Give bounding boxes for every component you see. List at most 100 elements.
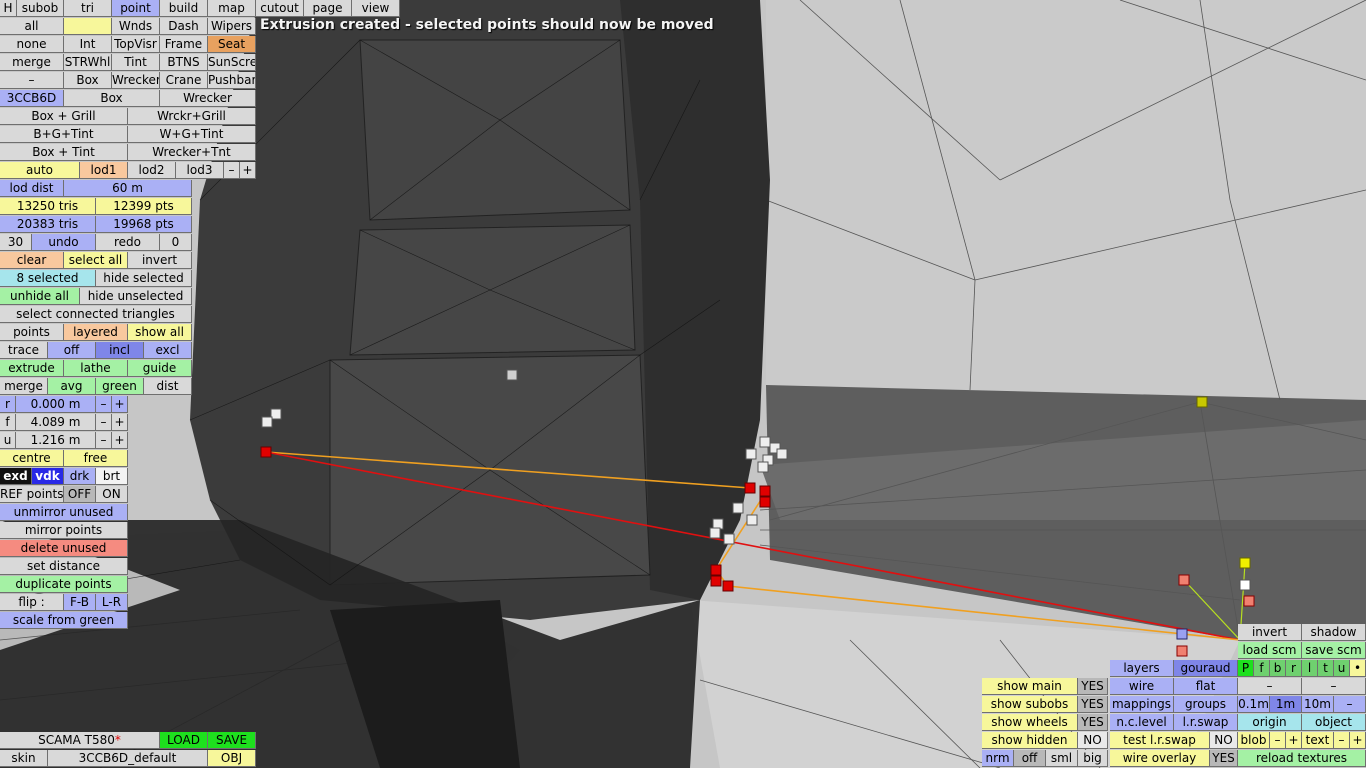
tab-cutout[interactable]: cutout: [256, 0, 304, 17]
size-sml[interactable]: sml: [1046, 750, 1078, 767]
h-button[interactable]: H: [0, 0, 17, 17]
flag-u[interactable]: u: [1334, 660, 1350, 677]
point[interactable]: [506, 369, 518, 381]
show-main-toggle[interactable]: YES: [1078, 678, 1108, 695]
lod-2[interactable]: lod2: [128, 162, 176, 179]
guide-button[interactable]: guide: [128, 360, 192, 377]
part-seat[interactable]: Seat: [208, 36, 256, 53]
r-value[interactable]: 0.000 m: [16, 396, 96, 413]
part-strwhl[interactable]: STRWhl: [64, 54, 112, 71]
part-wrecker[interactable]: Wrecker: [112, 72, 160, 89]
point[interactable]: [732, 502, 744, 514]
point[interactable]: [759, 436, 771, 448]
point[interactable]: [745, 448, 757, 460]
u-plus[interactable]: +: [112, 432, 128, 449]
dist-button[interactable]: dist: [144, 378, 192, 395]
show-subobs-toggle[interactable]: YES: [1078, 696, 1108, 713]
invert-selection-button[interactable]: invert: [128, 252, 192, 269]
selected-point[interactable]: [260, 446, 272, 458]
f-plus[interactable]: +: [112, 414, 128, 431]
point[interactable]: [757, 461, 769, 473]
clear-button[interactable]: clear: [0, 252, 64, 269]
parts-merge-button[interactable]: merge: [0, 54, 64, 71]
flat-button[interactable]: flat: [1174, 678, 1238, 695]
layered-button[interactable]: layered: [64, 324, 128, 341]
flag-l[interactable]: l: [1302, 660, 1318, 677]
grid-minus[interactable]: –: [1334, 696, 1366, 713]
part-sunscre[interactable]: SunScre: [208, 54, 256, 71]
shadow-button[interactable]: shadow: [1302, 624, 1366, 641]
lod-auto[interactable]: auto: [0, 162, 80, 179]
point[interactable]: [1176, 628, 1188, 640]
lod-dist-value[interactable]: 60 m: [64, 180, 192, 197]
shade-drk[interactable]: drk: [64, 468, 96, 485]
extrude-button[interactable]: extrude: [0, 360, 64, 377]
unhide-all-button[interactable]: unhide all: [0, 288, 80, 305]
points-button[interactable]: points: [0, 324, 64, 341]
select-all-button[interactable]: select all: [64, 252, 128, 269]
object-button[interactable]: object: [1302, 714, 1366, 731]
part-pushbar[interactable]: Pushbar: [208, 72, 256, 89]
select-connected-button[interactable]: select connected triangles: [0, 306, 192, 323]
flip-lr[interactable]: L-R: [96, 594, 128, 611]
part-tint[interactable]: Tint: [112, 54, 160, 71]
flag-t[interactable]: t: [1318, 660, 1334, 677]
variant-wrecker[interactable]: Wrecker: [160, 90, 256, 107]
selected-point[interactable]: [710, 575, 722, 587]
flag-r[interactable]: r: [1286, 660, 1302, 677]
parts-none-button[interactable]: none: [0, 36, 64, 53]
shade-brt[interactable]: brt: [96, 468, 128, 485]
grid-0-1m[interactable]: 0.1m: [1238, 696, 1270, 713]
reload-textures-button[interactable]: reload textures: [1238, 750, 1366, 767]
f-value[interactable]: 4.089 m: [16, 414, 96, 431]
redo-button[interactable]: redo: [96, 234, 160, 251]
layers-button[interactable]: layers: [1110, 660, 1174, 677]
lathe-button[interactable]: lathe: [64, 360, 128, 377]
scale-from-green-button[interactable]: scale from green: [0, 612, 128, 629]
load-scm-button[interactable]: load scm: [1238, 642, 1302, 659]
variant-wg-tint[interactable]: W+G+Tint: [128, 126, 256, 143]
flag-dot[interactable]: •: [1350, 660, 1366, 677]
lod-minus[interactable]: –: [224, 162, 240, 179]
flag-p[interactable]: P: [1238, 660, 1254, 677]
hide-selected-button[interactable]: hide selected: [96, 270, 192, 287]
selected-point[interactable]: [710, 564, 722, 576]
u-minus[interactable]: –: [96, 432, 112, 449]
lod-1[interactable]: lod1: [80, 162, 128, 179]
show-wheels-toggle[interactable]: YES: [1078, 714, 1108, 731]
ref-points-on[interactable]: ON: [96, 486, 128, 503]
mappings-button[interactable]: mappings: [1110, 696, 1174, 713]
pivot-centre[interactable]: centre: [0, 450, 64, 467]
hide-unselected-button[interactable]: hide unselected: [80, 288, 192, 305]
obj-button[interactable]: OBJ: [208, 750, 256, 767]
point[interactable]: [261, 416, 273, 428]
part-wipers[interactable]: Wipers: [208, 18, 256, 35]
part-crane[interactable]: Crane: [160, 72, 208, 89]
grid-10m[interactable]: 10m: [1302, 696, 1334, 713]
trace-excl[interactable]: excl: [144, 342, 192, 359]
show-all-button[interactable]: show all: [128, 324, 192, 341]
part-btns[interactable]: BTNS: [160, 54, 208, 71]
variant-box[interactable]: Box: [64, 90, 160, 107]
blob-plus[interactable]: +: [1286, 732, 1302, 749]
merge-points-button[interactable]: merge: [0, 378, 48, 395]
gouraud-button[interactable]: gouraud: [1174, 660, 1238, 677]
flip-fb[interactable]: F-B: [64, 594, 96, 611]
trace-off[interactable]: off: [48, 342, 96, 359]
variant-code[interactable]: 3CCB6D: [0, 90, 64, 107]
tool-dash-2[interactable]: –: [1302, 678, 1366, 695]
parts-all-button[interactable]: all: [0, 18, 64, 35]
invert-view-button[interactable]: invert: [1238, 624, 1302, 641]
save-scm-button[interactable]: save scm: [1302, 642, 1366, 659]
u-value[interactable]: 1.216 m: [16, 432, 96, 449]
point[interactable]: [1243, 595, 1255, 607]
flag-b[interactable]: b: [1270, 660, 1286, 677]
point[interactable]: [709, 527, 721, 539]
nclevel-button[interactable]: n.c.level: [1110, 714, 1174, 731]
part-topvisr[interactable]: TopVisr: [112, 36, 160, 53]
selected-point[interactable]: [759, 496, 771, 508]
test-lrswap-toggle[interactable]: NO: [1210, 732, 1238, 749]
shade-vdk[interactable]: vdk: [32, 468, 64, 485]
point[interactable]: [1196, 396, 1208, 408]
selected-point[interactable]: [722, 580, 734, 592]
